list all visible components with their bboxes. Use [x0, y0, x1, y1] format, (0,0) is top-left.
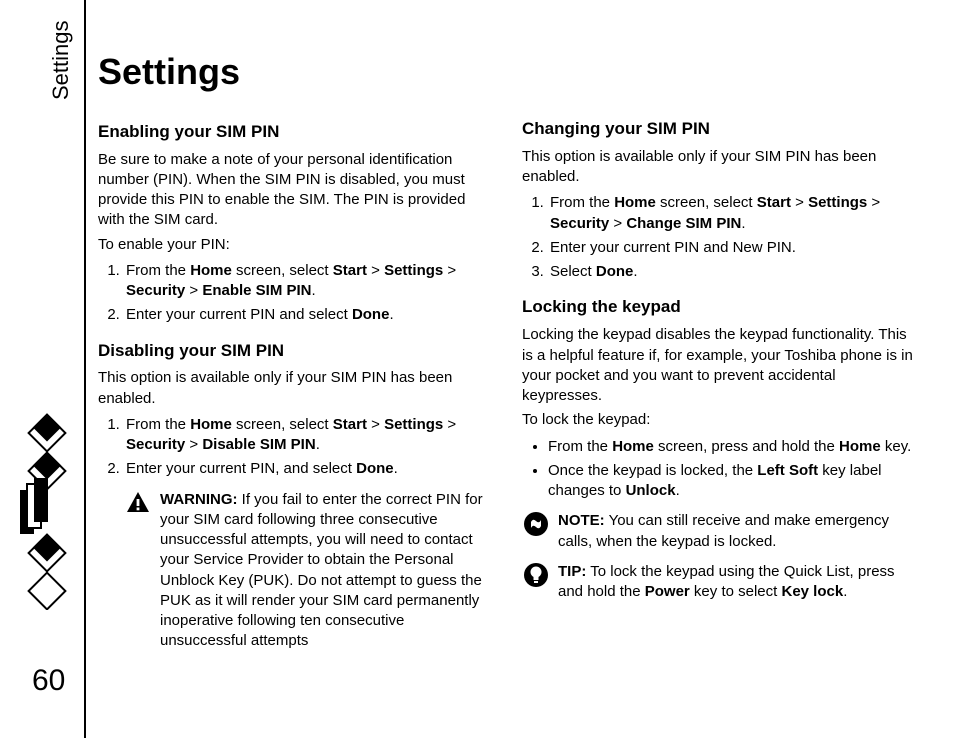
tip-text: TIP: To lock the keypad using the Quick … [558, 562, 918, 603]
ordered-list: From the Home screen, select Start > Set… [522, 193, 918, 282]
bullet-list: From the Home screen, press and hold the… [522, 437, 918, 502]
page-title: Settings [98, 48, 494, 97]
sidebar: Settings 60 [0, 0, 86, 738]
list-item: From the Home screen, select Start > Set… [548, 193, 918, 234]
heading-disable-sim-pin: Disabling your SIM PIN [98, 340, 494, 363]
list-item: From the Home screen, select Start > Set… [124, 261, 494, 302]
paragraph: Be sure to make a note of your personal … [98, 150, 494, 231]
note-icon [522, 511, 550, 537]
paragraph: To lock the keypad: [522, 410, 918, 430]
tip-icon [522, 562, 550, 588]
list-item: Select Done. [548, 262, 918, 282]
column-right: Changing your SIM PIN This option is ava… [522, 48, 918, 662]
paragraph: To enable your PIN: [98, 235, 494, 255]
page-content: Settings Enabling your SIM PIN Be sure t… [98, 48, 918, 662]
thumb-index-icon [14, 410, 72, 615]
paragraph: Locking the keypad disables the keypad f… [522, 325, 918, 406]
paragraph: This option is available only if your SI… [522, 147, 918, 188]
warning-icon [124, 490, 152, 516]
side-section-label: Settings [48, 21, 74, 101]
note-text: NOTE: You can still receive and make eme… [558, 511, 918, 552]
warning-block: WARNING: If you fail to enter the correc… [124, 490, 494, 652]
list-item: Enter your current PIN and New PIN. [548, 238, 918, 258]
paragraph: This option is available only if your SI… [98, 368, 494, 409]
ordered-list: From the Home screen, select Start > Set… [98, 261, 494, 326]
ordered-list: From the Home screen, select Start > Set… [98, 415, 494, 480]
warning-text: WARNING: If you fail to enter the correc… [160, 490, 494, 652]
note-block: NOTE: You can still receive and make eme… [522, 511, 918, 552]
list-item: Once the keypad is locked, the Left Soft… [548, 461, 918, 502]
heading-lock-keypad: Locking the keypad [522, 296, 918, 319]
list-item: From the Home screen, press and hold the… [548, 437, 918, 457]
heading-change-sim-pin: Changing your SIM PIN [522, 118, 918, 141]
page-number: 60 [32, 664, 65, 698]
list-item: From the Home screen, select Start > Set… [124, 415, 494, 456]
list-item: Enter your current PIN, and select Done. [124, 459, 494, 479]
column-left: Settings Enabling your SIM PIN Be sure t… [98, 48, 494, 662]
tip-block: TIP: To lock the keypad using the Quick … [522, 562, 918, 603]
heading-enable-sim-pin: Enabling your SIM PIN [98, 121, 494, 144]
list-item: Enter your current PIN and select Done. [124, 305, 494, 325]
